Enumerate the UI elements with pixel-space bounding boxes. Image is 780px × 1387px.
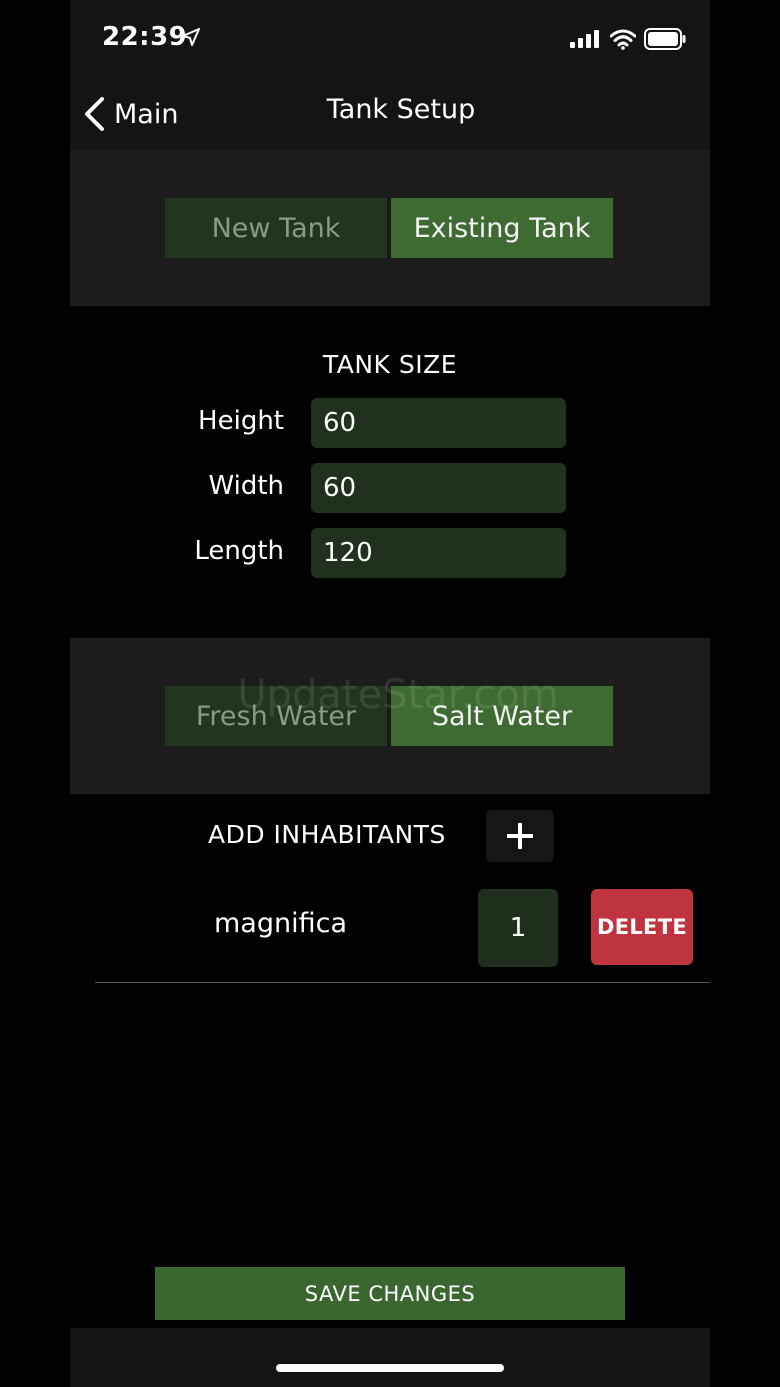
location-arrow-icon (182, 28, 200, 46)
height-input[interactable] (311, 398, 566, 448)
plus-icon (507, 823, 533, 849)
battery-icon (644, 28, 686, 50)
save-changes-button[interactable]: SAVE CHANGES (155, 1267, 625, 1320)
tank-type-panel: New Tank Existing Tank (70, 150, 710, 306)
inhabitant-row: magnifica DELETE (95, 888, 710, 983)
length-input[interactable] (311, 528, 566, 578)
inhabitant-quantity-input[interactable] (478, 889, 558, 967)
water-type-panel: Fresh Water Salt Water (70, 638, 710, 794)
height-row: Height (70, 398, 710, 448)
segment-new-tank[interactable]: New Tank (165, 198, 387, 258)
segment-salt-water[interactable]: Salt Water (391, 686, 613, 746)
tank-type-segmented-control: New Tank Existing Tank (165, 198, 613, 258)
page-title: Tank Setup (326, 94, 476, 125)
add-inhabitant-button[interactable] (486, 810, 554, 862)
status-time: 22:39 (102, 22, 188, 52)
width-input[interactable] (311, 463, 566, 513)
tank-size-heading: TANK SIZE (322, 350, 458, 379)
length-label: Length (194, 536, 284, 566)
wifi-icon (610, 29, 636, 50)
delete-inhabitant-button[interactable]: DELETE (591, 889, 693, 965)
height-label: Height (198, 406, 284, 436)
width-label: Width (208, 471, 284, 501)
inhabitant-name: magnifica (214, 908, 347, 939)
home-indicator-area (70, 1328, 710, 1387)
tank-setup-screen: 22:39 Main Tank Setup New Tank Existing … (70, 0, 710, 1387)
add-inhabitants-heading: ADD INHABITANTS (208, 820, 446, 849)
status-bar: 22:39 (70, 0, 710, 78)
length-row: Length (70, 528, 710, 578)
cellular-signal-icon (570, 30, 599, 48)
segment-existing-tank[interactable]: Existing Tank (391, 198, 613, 258)
width-row: Width (70, 463, 710, 513)
water-type-segmented-control: Fresh Water Salt Water (165, 686, 613, 746)
home-indicator[interactable] (276, 1364, 504, 1372)
segment-fresh-water[interactable]: Fresh Water (165, 686, 387, 746)
navigation-bar: Main Tank Setup (70, 78, 710, 150)
